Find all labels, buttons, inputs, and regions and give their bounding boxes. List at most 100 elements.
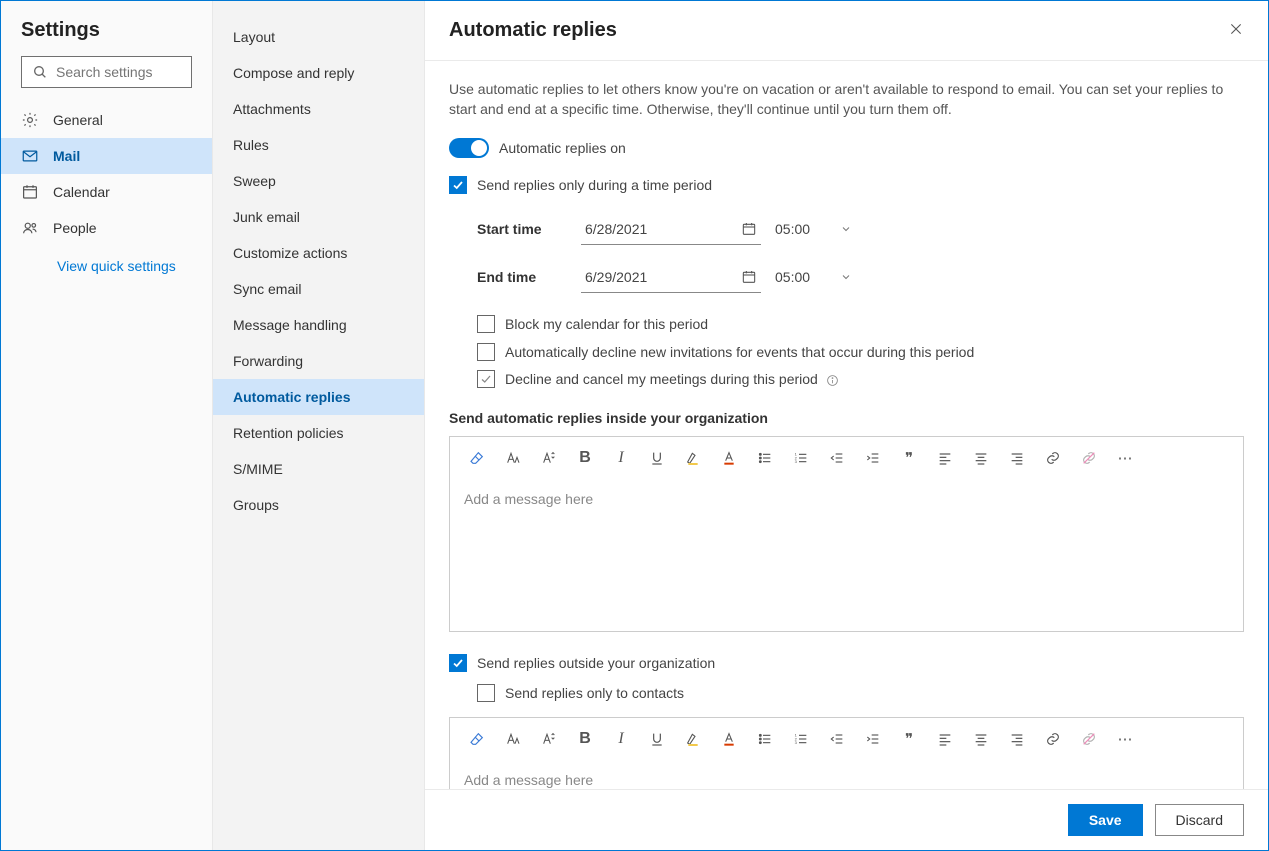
highlight-button[interactable] <box>684 730 702 748</box>
end-date-input[interactable]: 6/29/2021 <box>581 261 761 293</box>
outdent-button[interactable] <box>828 730 846 748</box>
calendar-icon <box>741 269 757 285</box>
sub-automatic-replies[interactable]: Automatic replies <box>213 379 424 415</box>
indent-button[interactable] <box>864 730 882 748</box>
nav-label: General <box>53 112 103 128</box>
alignright-button[interactable] <box>1008 730 1026 748</box>
more-button[interactable]: ⋯ <box>1116 730 1134 748</box>
nav-general[interactable]: General <box>1 102 212 138</box>
fontcolor-button[interactable] <box>720 730 738 748</box>
sub-compose[interactable]: Compose and reply <box>213 55 424 91</box>
sub-sync[interactable]: Sync email <box>213 271 424 307</box>
bulletlist-button[interactable] <box>756 730 774 748</box>
start-time-select[interactable]: 05:00 <box>775 213 875 245</box>
alignleft-button[interactable] <box>936 449 954 467</box>
nav-label: Mail <box>53 148 80 164</box>
highlight-button[interactable] <box>684 449 702 467</box>
unlink-button[interactable] <box>1080 730 1098 748</box>
outside-org-checkbox[interactable] <box>449 654 467 672</box>
numlist-button[interactable]: 123 <box>792 449 810 467</box>
sub-sweep[interactable]: Sweep <box>213 163 424 199</box>
fontname-icon[interactable] <box>504 730 522 748</box>
sub-layout[interactable]: Layout <box>213 19 424 55</box>
decline-new-checkbox[interactable] <box>477 343 495 361</box>
checkbox-label: Block my calendar for this period <box>505 315 708 335</box>
outdent-button[interactable] <box>828 449 846 467</box>
editor-toolbar: B I 123 ❞ ⋯ <box>450 437 1243 479</box>
search-input[interactable] <box>56 64 237 80</box>
indent-button[interactable] <box>864 449 882 467</box>
numlist-button[interactable]: 123 <box>792 730 810 748</box>
link-button[interactable] <box>1044 449 1062 467</box>
close-icon <box>1228 21 1244 37</box>
start-date-input[interactable]: 6/28/2021 <box>581 213 761 245</box>
aligncenter-button[interactable] <box>972 449 990 467</box>
quote-button[interactable]: ❞ <box>900 449 918 467</box>
save-button[interactable]: Save <box>1068 804 1143 836</box>
sub-retention[interactable]: Retention policies <box>213 415 424 451</box>
nav-label: Calendar <box>53 184 110 200</box>
end-time-select[interactable]: 05:00 <box>775 261 875 293</box>
svg-text:3: 3 <box>795 459 798 464</box>
toggle-label: Automatic replies on <box>499 140 626 156</box>
outside-editor-body[interactable]: Add a message here <box>450 760 1243 789</box>
chevron-down-icon <box>840 271 852 283</box>
time-period-checkbox[interactable] <box>449 176 467 194</box>
fontsize-icon[interactable] <box>540 449 558 467</box>
aligncenter-button[interactable] <box>972 730 990 748</box>
calendar-icon <box>21 183 39 201</box>
bold-button[interactable]: B <box>576 449 594 467</box>
check-icon <box>452 179 464 191</box>
bulletlist-button[interactable] <box>756 449 774 467</box>
nav-people[interactable]: People <box>1 210 212 246</box>
quote-button[interactable]: ❞ <box>900 730 918 748</box>
eraser-icon[interactable] <box>468 730 486 748</box>
calendar-icon <box>741 221 757 237</box>
end-time-value: 05:00 <box>775 269 810 285</box>
fontsize-icon[interactable] <box>540 730 558 748</box>
fontname-icon[interactable] <box>504 449 522 467</box>
alignright-button[interactable] <box>1008 449 1026 467</box>
sub-customize[interactable]: Customize actions <box>213 235 424 271</box>
sub-message-handling[interactable]: Message handling <box>213 307 424 343</box>
italic-button[interactable]: I <box>612 730 630 748</box>
sub-groups[interactable]: Groups <box>213 487 424 523</box>
sub-forwarding[interactable]: Forwarding <box>213 343 424 379</box>
decline-cancel-checkbox[interactable] <box>477 370 495 388</box>
bold-button[interactable]: B <box>576 730 594 748</box>
only-contacts-checkbox[interactable] <box>477 684 495 702</box>
inside-editor-body[interactable]: Add a message here <box>450 479 1243 631</box>
fontcolor-button[interactable] <box>720 449 738 467</box>
view-quick-settings-link[interactable]: View quick settings <box>1 246 212 274</box>
checkbox-label: Send replies outside your organization <box>477 654 715 674</box>
end-date-value: 6/29/2021 <box>585 269 647 285</box>
start-time-label: Start time <box>477 221 567 237</box>
nav-mail[interactable]: Mail <box>1 138 212 174</box>
sub-junk[interactable]: Junk email <box>213 199 424 235</box>
panel-description: Use automatic replies to let others know… <box>449 79 1244 120</box>
editor-placeholder: Add a message here <box>464 491 593 507</box>
more-button[interactable]: ⋯ <box>1116 449 1134 467</box>
close-button[interactable] <box>1228 21 1244 40</box>
search-settings[interactable] <box>21 56 192 88</box>
automatic-replies-toggle[interactable] <box>449 138 489 158</box>
link-button[interactable] <box>1044 730 1062 748</box>
inside-org-label: Send automatic replies inside your organ… <box>449 410 1244 426</box>
italic-button[interactable]: I <box>612 449 630 467</box>
block-calendar-checkbox[interactable] <box>477 315 495 333</box>
underline-button[interactable] <box>648 730 666 748</box>
main-panel: Automatic replies Use automatic replies … <box>425 1 1268 850</box>
sub-smime[interactable]: S/MIME <box>213 451 424 487</box>
unlink-button[interactable] <box>1080 449 1098 467</box>
mail-icon <box>21 147 39 165</box>
search-icon <box>32 64 48 80</box>
eraser-icon[interactable] <box>468 449 486 467</box>
alignleft-button[interactable] <box>936 730 954 748</box>
discard-button[interactable]: Discard <box>1155 804 1244 836</box>
underline-button[interactable] <box>648 449 666 467</box>
sub-attachments[interactable]: Attachments <box>213 91 424 127</box>
nav-calendar[interactable]: Calendar <box>1 174 212 210</box>
checkbox-label: Decline and cancel my meetings during th… <box>505 370 839 390</box>
sub-rules[interactable]: Rules <box>213 127 424 163</box>
people-icon <box>21 219 39 237</box>
